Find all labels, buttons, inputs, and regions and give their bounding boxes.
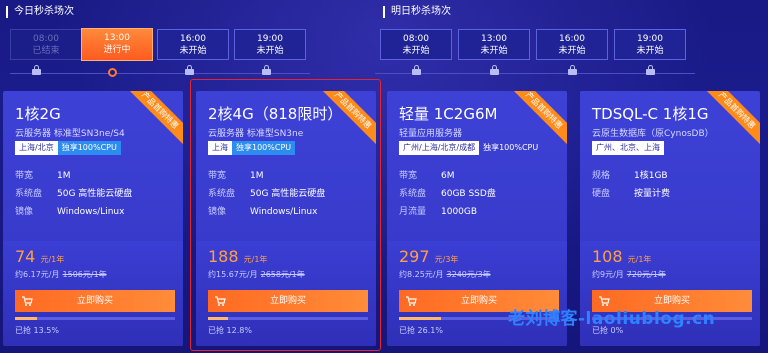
slot-time: 08:00	[33, 34, 59, 44]
slot-time: 16:00	[180, 34, 206, 44]
highlight-box	[190, 79, 381, 351]
cpu-tag: 独享100%CPU	[483, 143, 539, 152]
spec-key: 系统盘	[15, 189, 43, 199]
spec-list: 带宽 1M 系统盘 50G 高性能云硬盘 镜像 Windows/Linux	[15, 167, 132, 221]
card-subtitle: 轻量应用服务器	[399, 129, 463, 139]
slot-tomorrow-1900[interactable]: 19:00 未开始	[614, 29, 686, 60]
buy-now-button[interactable]: 立即购买	[15, 290, 175, 312]
cart-icon	[406, 296, 417, 306]
spec-key: 镜像	[15, 207, 34, 217]
cart-icon	[22, 296, 33, 306]
spec-key: 硬盘	[592, 189, 611, 199]
watermark: 老刘博客-laoliublog.cn	[508, 309, 716, 329]
lock-icon	[568, 65, 577, 76]
spec-list: 带宽 6M 系统盘 60GB SSD盘 月流量 1000GB	[399, 167, 496, 221]
sold-percentage: 已抢 13.5%	[15, 326, 59, 335]
spec-key: 带宽	[15, 171, 34, 181]
lock-icon	[412, 65, 421, 76]
cpu-tag: 独享100%CPU	[57, 141, 121, 155]
card-title: 1核2G	[15, 105, 61, 123]
spec-value: Windows/Linux	[57, 207, 125, 217]
card-subtitle: 云服务器 标准型SN3ne/S4	[15, 129, 125, 139]
lock-icon	[490, 65, 499, 76]
spec-key: 带宽	[399, 171, 418, 181]
spec-value: 50G 高性能云硬盘	[57, 189, 133, 199]
per-month-price: 约9元/月 720元/1年	[592, 270, 666, 279]
today-session-label: 今日秒杀场次	[6, 6, 74, 18]
slot-status: 未开始	[636, 46, 664, 56]
sold-progress-bar	[15, 317, 175, 320]
card-title: 轻量 1C2G6M	[399, 105, 498, 123]
lock-icon	[32, 65, 41, 76]
price: 297 元/3年	[399, 247, 459, 266]
slot-status: 未开始	[256, 46, 284, 56]
slot-time: 08:00	[403, 34, 429, 44]
spec-list: 规格 1核1GB 硬盘 按量计费	[592, 167, 670, 203]
region-tag: 上海/北京	[15, 141, 58, 155]
slot-today-1900[interactable]: 19:00 未开始	[234, 29, 306, 60]
spec-key: 月流量	[399, 207, 427, 217]
card-subtitle: 云原生数据库（原CynosDB）	[592, 129, 714, 139]
product-card-1c2g: 产品首购特惠 1核2G 云服务器 标准型SN3ne/S4 上海/北京 独享100…	[3, 91, 183, 346]
slot-time: 13:00	[104, 33, 130, 43]
slot-status: 已结束	[32, 46, 60, 56]
spec-value: 1核1GB	[634, 171, 668, 181]
slot-status: 未开始	[558, 46, 586, 56]
slot-tomorrow-1300[interactable]: 13:00 未开始	[458, 29, 530, 60]
price: 74 元/1年	[15, 247, 65, 266]
slot-tomorrow-0800[interactable]: 08:00 未开始	[380, 29, 452, 60]
slot-tomorrow-1600[interactable]: 16:00 未开始	[536, 29, 608, 60]
spec-value: 1M	[57, 171, 71, 181]
slot-status: 未开始	[179, 46, 207, 56]
slot-today-1300[interactable]: 13:00 进行中	[81, 28, 153, 61]
spec-key: 系统盘	[399, 189, 427, 199]
slot-status: 未开始	[402, 46, 430, 56]
spec-value: 6M	[441, 171, 455, 181]
per-month-price: 约8.25元/月 3240元/3年	[399, 270, 491, 279]
region-tag: 广州、北京、上海	[592, 141, 664, 155]
slot-time: 19:00	[637, 34, 663, 44]
lock-icon	[646, 65, 655, 76]
slot-status: 未开始	[480, 46, 508, 56]
spec-value: 60GB SSD盘	[441, 189, 496, 199]
sold-percentage: 已抢 26.1%	[399, 326, 443, 335]
slot-time: 13:00	[481, 34, 507, 44]
spec-value: 按量计费	[634, 189, 671, 199]
spec-key: 规格	[592, 171, 611, 181]
tomorrow-session-label: 明日秒杀场次	[383, 6, 451, 18]
lock-icon	[262, 65, 271, 76]
spec-value: 1000GB	[441, 207, 478, 217]
lock-icon	[185, 65, 194, 76]
slot-status: 进行中	[103, 45, 131, 55]
slot-time: 16:00	[559, 34, 585, 44]
slot-today-1600[interactable]: 16:00 未开始	[157, 29, 229, 60]
slot-time: 19:00	[257, 34, 283, 44]
promo-ribbon: 产品首购特惠	[506, 91, 567, 148]
current-marker-icon	[108, 68, 117, 77]
price: 108 元/1年	[592, 247, 652, 266]
promo-ribbon: 产品首购特惠	[122, 91, 183, 148]
card-title: TDSQL-C 1核1G	[592, 105, 709, 123]
slot-today-0800[interactable]: 08:00 已结束	[10, 29, 82, 60]
region-tag: 广州/上海/北京/成都	[399, 141, 480, 155]
per-month-price: 约6.17元/月 1506元/1年	[15, 270, 107, 279]
